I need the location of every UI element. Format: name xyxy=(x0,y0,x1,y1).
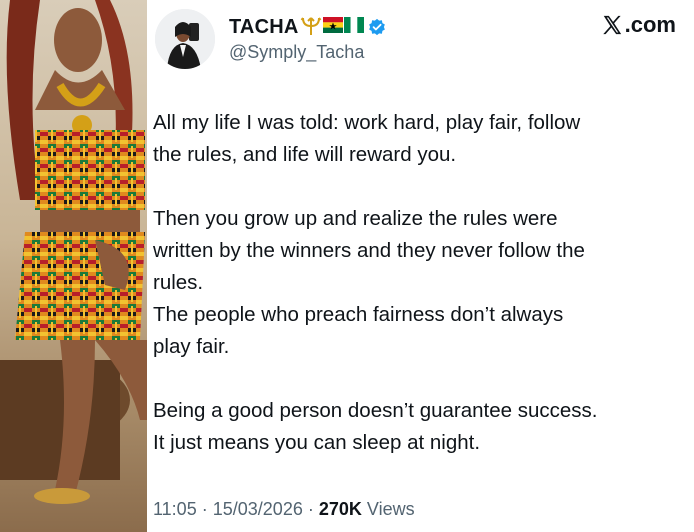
tweet-screenshot: TACHA @Symply_Tacha .com All my life I w… xyxy=(0,0,694,532)
tweet-line: All my life I was told: work hard, play … xyxy=(153,111,581,134)
brand-label: .com xyxy=(624,12,676,37)
tweet-line: Being a good person doesn’t guarantee su… xyxy=(153,399,598,422)
tweet-line: play fair. xyxy=(153,335,230,358)
tweet-line: written by the winners and they never fo… xyxy=(153,239,585,262)
meta-separator: · xyxy=(201,499,208,519)
tweet-line: It just means you can sleep at night. xyxy=(153,431,481,454)
tweet-line: the rules, and life will reward you. xyxy=(153,143,457,166)
meta-separator: · xyxy=(307,499,314,519)
tweet-meta: 11:05 · 15/03/2026 · 270K Views xyxy=(153,499,415,520)
tweet-time[interactable]: 11:05 xyxy=(153,499,197,519)
tweet-line: rules. xyxy=(153,271,204,294)
x-com-brand: .com xyxy=(601,12,676,38)
display-name[interactable]: TACHA xyxy=(229,16,299,39)
trident-emoji xyxy=(300,14,322,41)
avatar[interactable] xyxy=(155,9,215,69)
tweet-card: TACHA @Symply_Tacha .com All my life I w… xyxy=(147,0,694,532)
author-handle[interactable]: @Symply_Tacha xyxy=(229,42,364,63)
tweet-line: The people who preach fairness don’t alw… xyxy=(153,303,564,326)
woman-in-kente-dress-image xyxy=(0,0,147,504)
tweet-date[interactable]: 15/03/2026 xyxy=(213,499,303,519)
verified-badge-icon xyxy=(368,18,386,36)
ghana-flag-emoji xyxy=(322,16,343,38)
profile-photo-panel xyxy=(0,0,147,532)
nigeria-flag-emoji xyxy=(343,16,364,38)
views-label: Views xyxy=(366,499,415,519)
author-name-row[interactable]: TACHA xyxy=(229,14,386,40)
views-count: 270K xyxy=(318,499,362,519)
tweet-text: All my life I was told: work hard, play … xyxy=(153,107,683,459)
avatar-image xyxy=(155,9,215,69)
tweet-line: Then you grow up and realize the rules w… xyxy=(153,207,558,230)
x-logo-icon xyxy=(601,14,623,36)
